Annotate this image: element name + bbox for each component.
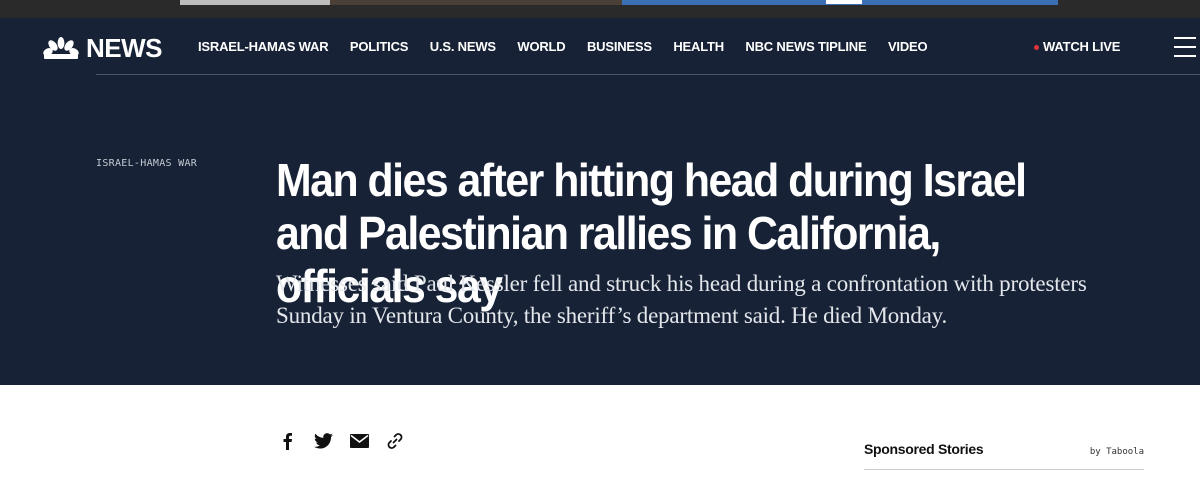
nav-link-politics[interactable]: POLITICS [350,39,409,55]
article-dek: Witnesses said Paul Kessler fell and str… [276,271,1087,328]
email-icon[interactable] [348,430,370,452]
brand-name: NEWS [86,33,163,63]
nav-link-business[interactable]: BUSINESS [587,39,652,55]
ad-banner-strip[interactable] [0,0,1200,18]
article-header: NEWS ISRAEL-HAMAS WAR POLITICS U.S. NEWS… [0,18,1200,385]
nav-link-us-news[interactable]: U.S. NEWS [430,39,496,55]
ad-creative[interactable] [180,0,1058,5]
nav-link-tipline[interactable]: NBC NEWS TIPLINE [745,39,866,55]
top-nav: NEWS ISRAEL-HAMAS WAR POLITICS U.S. NEWS… [0,18,1200,75]
peacock-icon [43,37,79,59]
nav-link-world[interactable]: WORLD [517,39,565,55]
facebook-icon[interactable] [276,430,298,452]
sponsored-divider [864,469,1144,470]
sponsored-stories: Sponsored Stories by Taboola [864,441,1144,470]
watch-live-button[interactable]: WATCH LIVE [1034,39,1120,55]
nbc-news-logo[interactable]: NEWS [42,33,163,63]
taboola-attribution[interactable]: by Taboola [1090,447,1144,457]
article-eyebrow[interactable]: ISRAEL-HAMAS WAR [96,158,197,169]
nav-link-health[interactable]: HEALTH [673,39,724,55]
live-dot-icon [1034,44,1039,50]
nav-link-video[interactable]: VIDEO [888,39,928,55]
nav-divider [96,74,1200,75]
watch-live-label: WATCH LIVE [1043,39,1121,54]
share-bar [276,430,420,452]
nav-link-israel-hamas-war[interactable]: ISRAEL-HAMAS WAR [198,39,329,55]
twitter-icon[interactable] [312,430,334,452]
link-icon[interactable] [384,430,406,452]
hamburger-menu-icon[interactable] [1174,36,1196,58]
nav-links: ISRAEL-HAMAS WAR POLITICS U.S. NEWS WORL… [198,39,949,55]
